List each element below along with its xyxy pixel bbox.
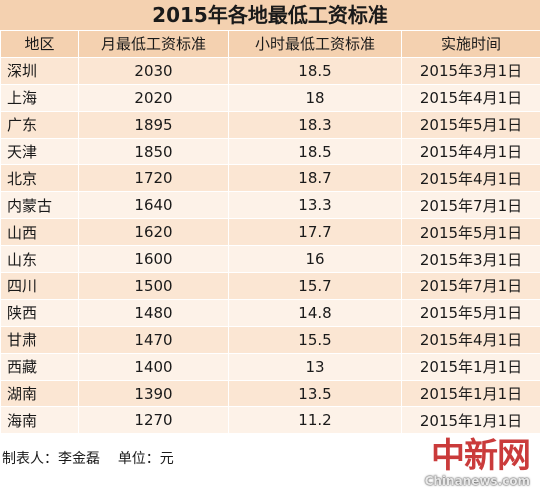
cell-hourly-wage: 16	[228, 245, 402, 274]
cell-monthly-wage: 1620	[78, 218, 229, 247]
cell-effective-date: 2015年7月1日	[401, 191, 540, 220]
cell-effective-date: 2015年3月1日	[401, 56, 540, 85]
cell-hourly-wage: 17.7	[228, 218, 402, 247]
cell-effective-date: 2015年1月1日	[401, 379, 540, 408]
cell-region: 海南	[0, 406, 79, 435]
header-hourly-min-wage: 小时最低工资标准	[228, 30, 402, 58]
cell-hourly-wage: 15.5	[228, 325, 402, 354]
unit-label: 单位：元	[117, 451, 174, 467]
header-effective-date: 实施时间	[401, 30, 540, 58]
cell-region: 天津	[0, 137, 79, 166]
table-row: 广东 1895 18.3 2015年5月1日	[0, 110, 540, 139]
cell-hourly-wage: 11.2	[228, 406, 402, 435]
cell-hourly-wage: 14.8	[228, 298, 402, 327]
cell-monthly-wage: 1500	[78, 272, 229, 300]
cell-region: 陕西	[0, 298, 79, 327]
cell-region: 深圳	[0, 56, 79, 85]
table-row: 湖南 1390 13.5 2015年1月1日	[0, 379, 540, 408]
wage-table: 地区 月最低工资标准 小时最低工资标准 实施时间 深圳 2030 18.5 2015年…	[0, 30, 540, 435]
cell-effective-date: 2015年5月1日	[401, 298, 540, 327]
cell-monthly-wage: 1480	[78, 298, 229, 327]
header-monthly-min-wage: 月最低工资标准	[78, 30, 229, 58]
table-title: 2015年各地最低工资标准	[0, 0, 540, 31]
cell-monthly-wage: 1390	[78, 379, 229, 408]
cell-monthly-wage: 1895	[78, 110, 229, 139]
table-row: 四川 1500 15.7 2015年7月1日	[0, 272, 540, 300]
cell-effective-date: 2015年1月1日	[401, 406, 540, 435]
cell-effective-date: 2015年7月1日	[401, 272, 540, 300]
table-row: 陕西 1480 14.8 2015年5月1日	[0, 298, 540, 327]
cell-effective-date: 2015年4月1日	[401, 164, 540, 193]
table-row: 内蒙古 1640 13.3 2015年7月1日	[0, 191, 540, 220]
cell-effective-date: 2015年3月1日	[401, 245, 540, 274]
cell-effective-date: 2015年1月1日	[401, 352, 540, 381]
cell-region: 湖南	[0, 379, 79, 408]
cell-monthly-wage: 2020	[78, 83, 229, 112]
cell-region: 广东	[0, 110, 79, 139]
cell-hourly-wage: 18.7	[228, 164, 402, 193]
cell-effective-date: 2015年5月1日	[401, 218, 540, 247]
cell-hourly-wage: 18.5	[228, 56, 402, 85]
cell-region: 西藏	[0, 352, 79, 381]
cell-hourly-wage: 15.7	[228, 272, 402, 300]
table-row: 山西 1620 17.7 2015年5月1日	[0, 218, 540, 247]
header-region: 地区	[0, 30, 79, 58]
cell-region: 四川	[0, 272, 79, 300]
table-row: 北京 1720 18.7 2015年4月1日	[0, 164, 540, 193]
cell-effective-date: 2015年4月1日	[401, 137, 540, 166]
table-row: 海南 1270 11.2 2015年1月1日	[0, 406, 540, 435]
table-row: 山东 1600 16 2015年3月1日	[0, 245, 540, 274]
cell-region: 上海	[0, 83, 79, 112]
cell-effective-date: 2015年4月1日	[401, 83, 540, 112]
cell-monthly-wage: 2030	[78, 56, 229, 85]
cell-hourly-wage: 13	[228, 352, 402, 381]
cell-monthly-wage: 1400	[78, 352, 229, 381]
cell-region: 山东	[0, 245, 79, 274]
cell-hourly-wage: 18.3	[228, 110, 402, 139]
table-row: 深圳 2030 18.5 2015年3月1日	[0, 56, 540, 85]
table-body: 地区 月最低工资标准 小时最低工资标准 实施时间 深圳 2030 18.5 2015年…	[0, 30, 540, 435]
cell-monthly-wage: 1850	[78, 137, 229, 166]
cell-monthly-wage: 1640	[78, 191, 229, 220]
cell-region: 内蒙古	[0, 191, 79, 220]
table-row: 甘肃 1470 15.5 2015年4月1日	[0, 325, 540, 354]
cell-hourly-wage: 18	[228, 83, 402, 112]
table-maker: 制表人：李金磊	[2, 451, 100, 467]
table-row: 西藏 1400 13 2015年1月1日	[0, 352, 540, 381]
cell-monthly-wage: 1270	[78, 406, 229, 435]
cell-hourly-wage: 13.5	[228, 379, 402, 408]
chinanews-watermark: 中新网 Chinanews.com	[424, 436, 531, 488]
chinanews-site: Chinanews.com	[424, 474, 530, 488]
cell-monthly-wage: 1470	[78, 325, 229, 354]
cell-region: 甘肃	[0, 325, 79, 354]
cell-monthly-wage: 1600	[78, 245, 229, 274]
footer-note: 制表人：李金磊 单位：元	[2, 448, 174, 468]
table-row: 天津 1850 18.5 2015年4月1日	[0, 137, 540, 166]
table-row: 上海 2020 18 2015年4月1日	[0, 83, 540, 112]
table-header-row: 地区 月最低工资标准 小时最低工资标准 实施时间	[0, 30, 540, 58]
cell-hourly-wage: 18.5	[228, 137, 402, 166]
cell-region: 山西	[0, 218, 79, 247]
cell-monthly-wage: 1720	[78, 164, 229, 193]
cell-region: 北京	[0, 164, 79, 193]
cell-hourly-wage: 13.3	[228, 191, 402, 220]
cell-effective-date: 2015年4月1日	[401, 325, 540, 354]
chinanews-logo: 中新网	[431, 436, 531, 476]
cell-effective-date: 2015年5月1日	[401, 110, 540, 139]
